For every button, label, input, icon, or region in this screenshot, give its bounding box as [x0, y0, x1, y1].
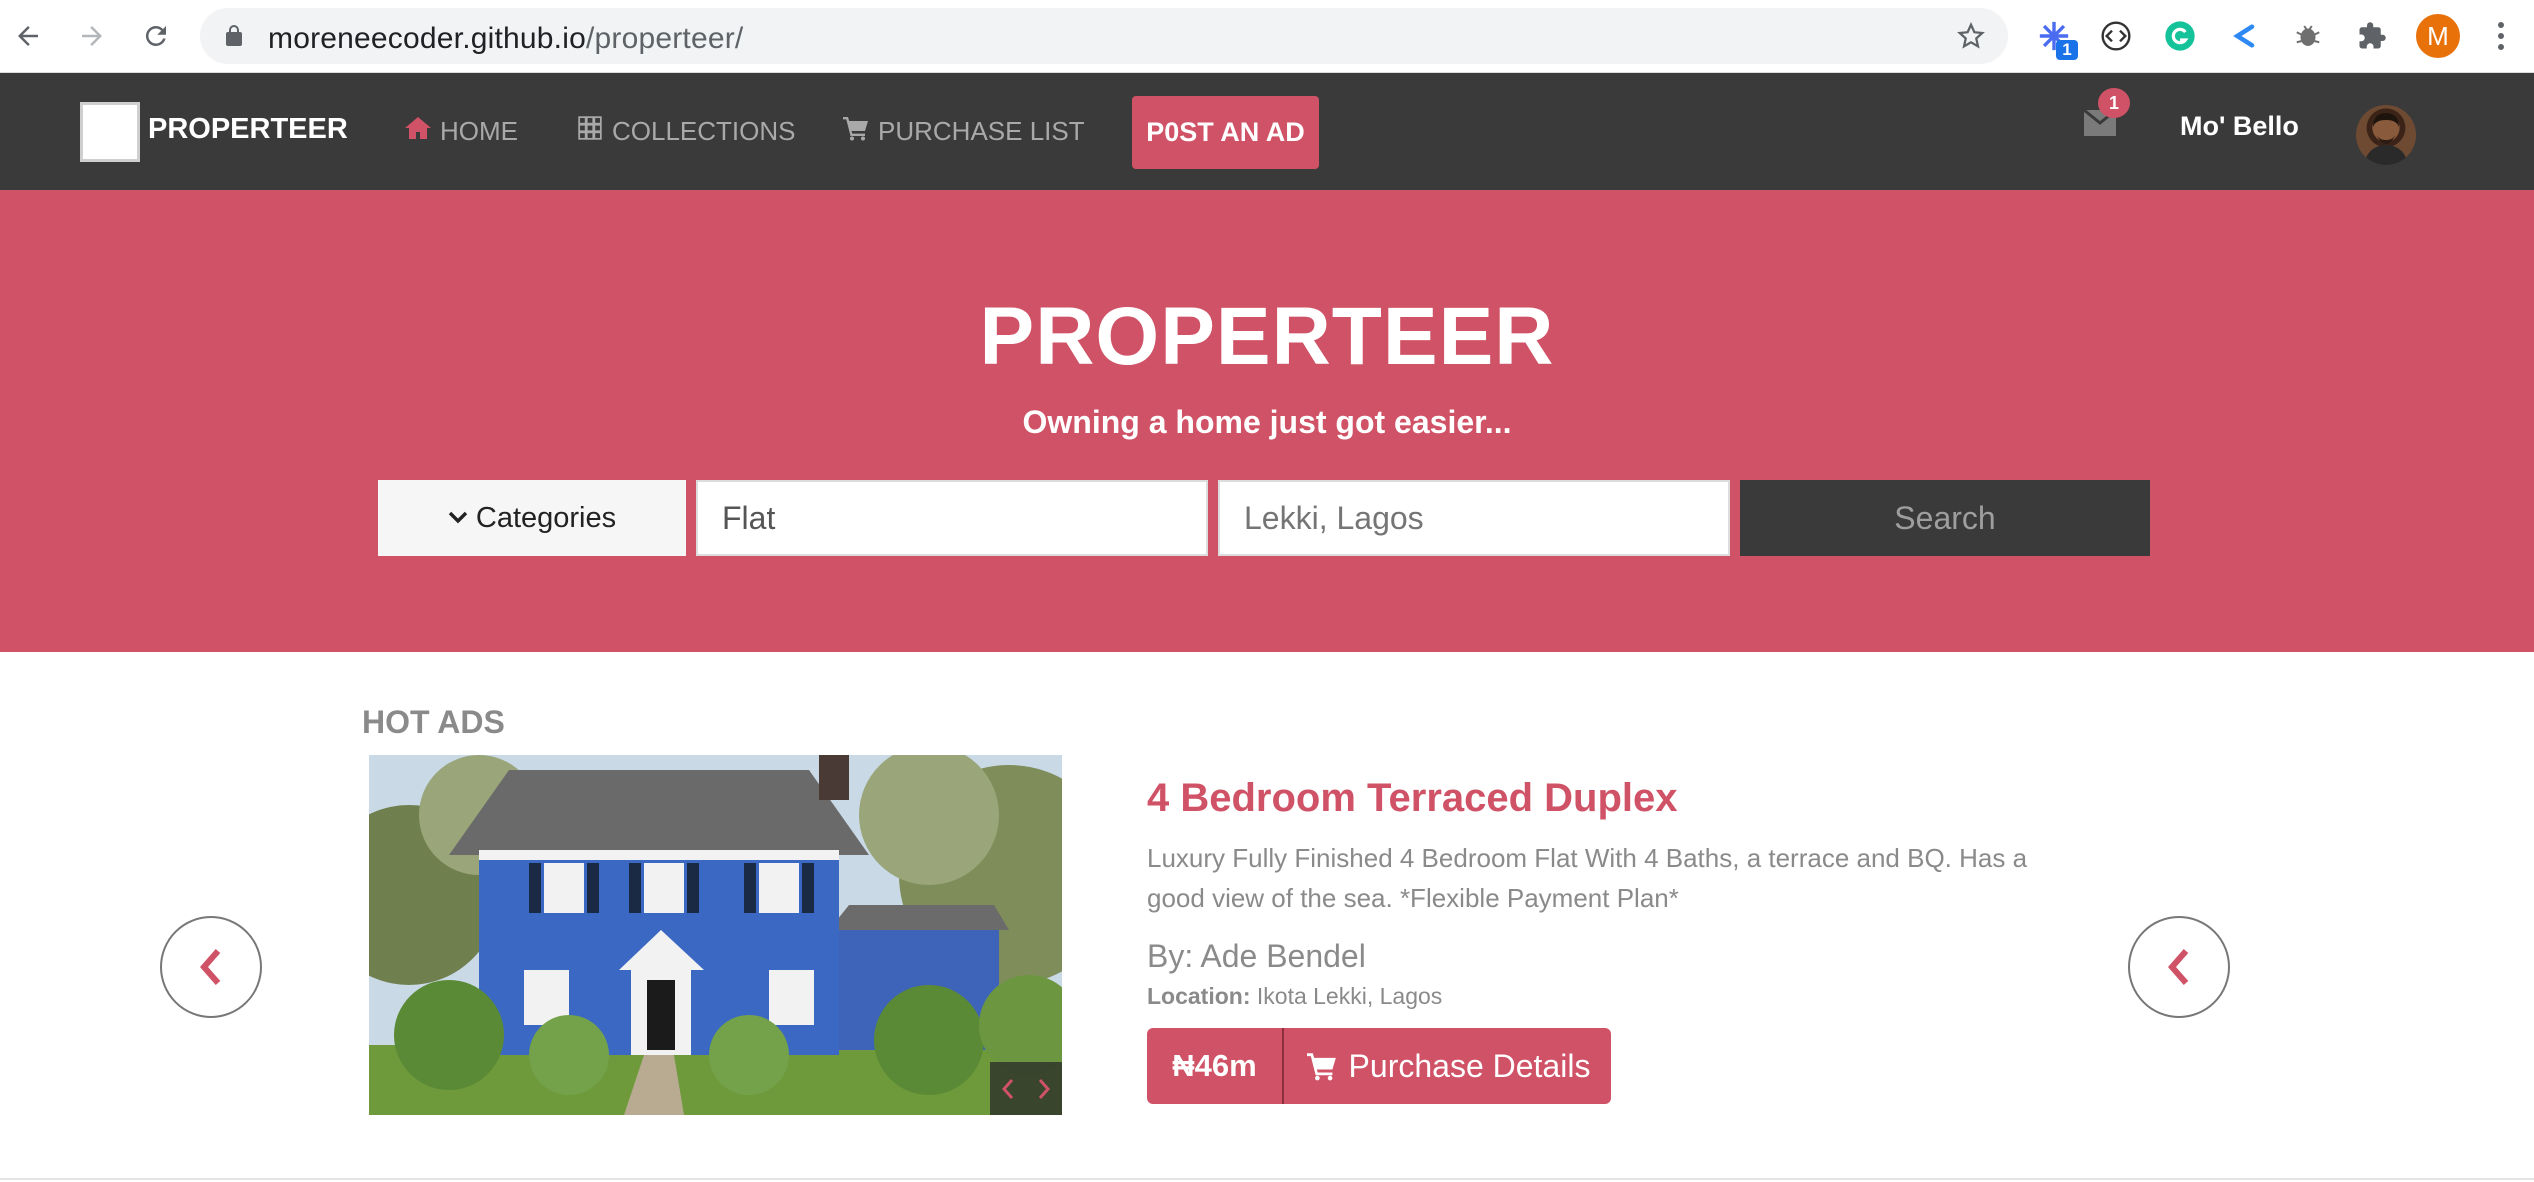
brand-name[interactable]: PROPERTEER	[148, 113, 348, 146]
clickup-icon	[2233, 24, 2255, 48]
extension-clickup[interactable]	[2224, 16, 2264, 56]
chevron-right-icon[interactable]	[1037, 1078, 1051, 1100]
reload-button[interactable]	[134, 14, 178, 58]
address-bar[interactable]: moreneecoder.github.io/properteer/	[200, 8, 2008, 64]
extension-badge: 1	[2056, 40, 2078, 60]
ad-description: Luxury Fully Finished 4 Bedroom Flat Wit…	[1147, 843, 2028, 913]
user-name[interactable]: Mo' Bello	[2180, 111, 2299, 142]
back-button[interactable]	[6, 14, 50, 58]
reload-icon	[145, 25, 166, 46]
bug-icon	[2296, 25, 2320, 46]
grammarly-icon	[2165, 21, 2195, 51]
property-type-input[interactable]	[696, 480, 1208, 556]
ad-location-label: Location:	[1147, 983, 1251, 1009]
ad-price[interactable]: ₦46m	[1147, 1028, 1284, 1104]
lock-icon	[226, 25, 242, 46]
extension-sparkle[interactable]: 1	[2034, 16, 2078, 60]
carousel-prev-button[interactable]	[160, 916, 262, 1018]
site-navbar: PROPERTEER HOME COLLECTIONS PURCHASE LIS…	[0, 73, 2534, 190]
location-input[interactable]	[1218, 480, 1730, 556]
purchase-details-button[interactable]: Purchase Details	[1284, 1028, 1611, 1104]
hero-title: PROPERTEER	[979, 291, 1555, 382]
ad-photo-house[interactable]	[369, 755, 1062, 1115]
image-carousel-controls	[990, 1062, 1062, 1115]
puzzle-icon	[2359, 22, 2386, 49]
ad-title[interactable]: 4 Bedroom Terraced Duplex	[1147, 776, 1678, 821]
bookmark-star-icon[interactable]	[1956, 21, 1986, 51]
profile-initial: M	[2427, 20, 2449, 51]
nav-purchase-list[interactable]: PURCHASE LIST	[842, 115, 1085, 148]
nav-collections-label: COLLECTIONS	[612, 116, 796, 146]
chevron-left-icon[interactable]	[1001, 1078, 1015, 1100]
extension-code[interactable]	[2096, 16, 2136, 56]
chevron-down-icon	[448, 511, 468, 524]
cart-icon	[1306, 1053, 1336, 1081]
arrow-left-icon	[18, 26, 38, 46]
nav-purchase-list-label: PURCHASE LIST	[878, 116, 1085, 146]
browser-toolbar: moreneecoder.github.io/properteer/ 1 M	[0, 0, 2534, 73]
section-divider	[0, 1178, 2534, 1180]
url-text: moreneecoder.github.io/properteer/	[268, 22, 744, 55]
forward-button[interactable]	[70, 14, 114, 58]
grid-icon	[576, 115, 604, 148]
profile-avatar[interactable]: M	[2416, 14, 2460, 58]
house-photo	[369, 755, 1062, 1115]
nav-collections[interactable]: COLLECTIONS	[576, 115, 796, 148]
chevron-left-icon	[2168, 949, 2189, 985]
cart-icon	[842, 115, 870, 148]
hero-subtitle: Owning a home just got easier...	[1022, 404, 1512, 440]
ad-location: Location: Ikota Lekki, Lagos	[1147, 983, 1442, 1010]
categories-dropdown[interactable]: Categories	[378, 480, 686, 556]
post-ad-button[interactable]: P0ST AN AD	[1132, 96, 1319, 169]
extension-bug[interactable]	[2288, 16, 2328, 56]
price-button-group: ₦46m Purchase Details	[1147, 1028, 1611, 1104]
ad-author: By: Ade Bendel	[1147, 938, 1366, 974]
nav-home[interactable]: HOME	[404, 115, 518, 148]
ad-location-value: Ikota Lekki, Lagos	[1256, 983, 1443, 1009]
extensions-menu[interactable]	[2352, 16, 2392, 56]
search-button[interactable]: Search	[1740, 480, 2150, 556]
chevron-left-icon	[200, 949, 221, 985]
user-avatar[interactable]	[2356, 105, 2416, 165]
hot-ads-heading: HOT ADS	[362, 704, 505, 740]
mail-count-badge: 1	[2098, 88, 2130, 118]
home-icon	[404, 115, 432, 148]
brand-logo[interactable]	[80, 102, 140, 162]
code-extension-icon	[2101, 21, 2131, 51]
extension-grammarly[interactable]	[2160, 16, 2200, 56]
browser-menu-button[interactable]	[2486, 16, 2516, 56]
purchase-details-label: Purchase Details	[1348, 1047, 1591, 1084]
hero-banner: PROPERTEER Owning a home just got easier…	[0, 190, 2534, 652]
categories-label: Categories	[475, 501, 617, 534]
arrow-right-icon	[82, 26, 102, 46]
nav-home-label: HOME	[440, 116, 518, 146]
carousel-next-button[interactable]	[2128, 916, 2230, 1018]
